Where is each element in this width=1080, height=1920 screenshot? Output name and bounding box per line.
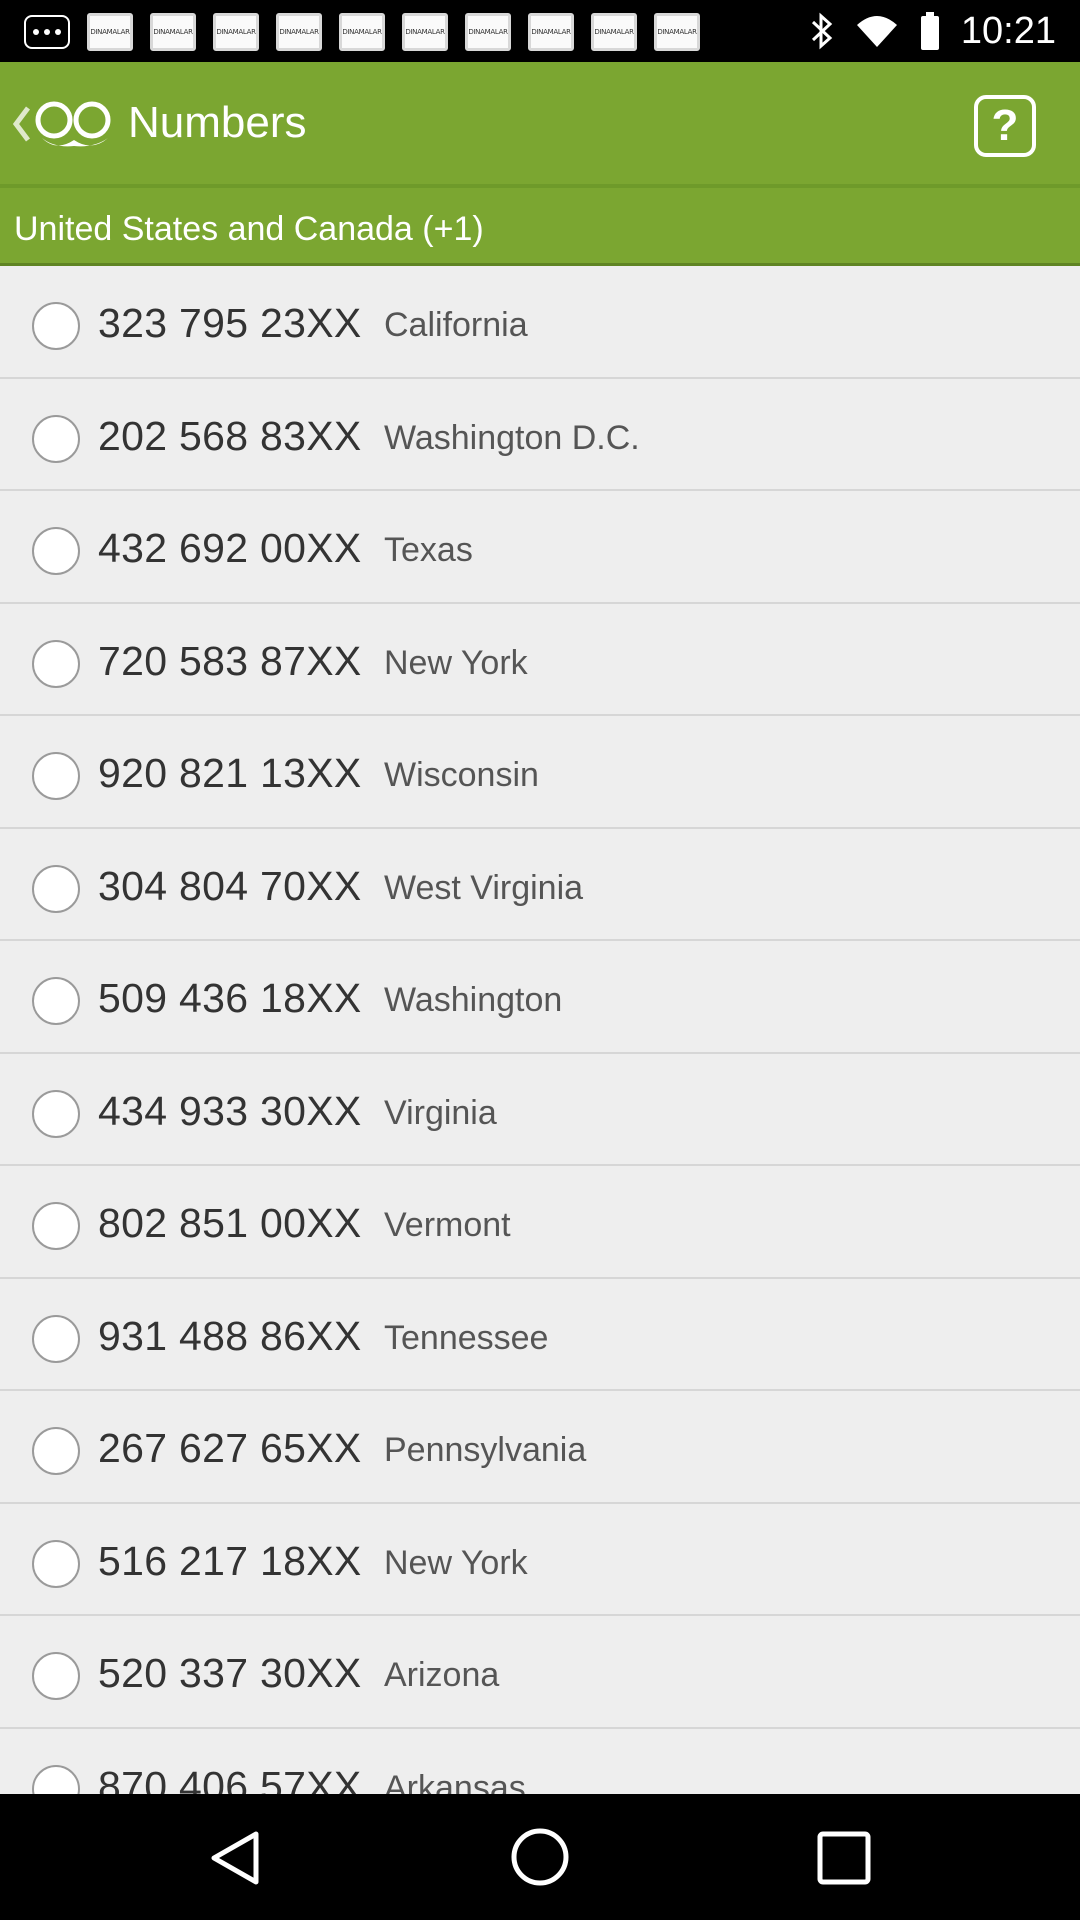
number-location: California — [384, 306, 528, 344]
app-logo-icon[interactable] — [34, 98, 116, 159]
number-radio-button[interactable] — [32, 527, 80, 575]
number-radio-button[interactable] — [32, 414, 80, 463]
notification-label: DINAMALAR — [657, 28, 697, 36]
number-location: Wisconsin — [384, 756, 539, 794]
phone-number: 432 692 00XX — [98, 525, 362, 571]
number-location: Arizona — [384, 1656, 500, 1694]
number-radio-button[interactable] — [32, 1539, 80, 1588]
number-location: Arkansas — [384, 1768, 526, 1795]
number-radio-button[interactable] — [32, 864, 80, 913]
phone-number: 434 933 30XX — [98, 1087, 362, 1134]
phone-number: 520 337 30XX — [98, 1650, 362, 1696]
number-list-item[interactable]: 520 337 30XX Arizona — [0, 1616, 1080, 1729]
notification-label: DINAMALAR — [153, 28, 193, 36]
notification-label: DINAMALAR — [90, 28, 130, 36]
number-location: Pennsylvania — [384, 1431, 587, 1469]
number-list-item[interactable]: 931 488 86XX Tennessee — [0, 1278, 1080, 1391]
phone-number: 267 627 65XX — [98, 1425, 362, 1471]
help-button[interactable]: ? — [974, 95, 1036, 157]
phone-number: 304 804 70XX — [98, 862, 362, 909]
number-radio-button[interactable] — [32, 977, 80, 1025]
notification-label: DINAMALAR — [531, 28, 571, 36]
number-list-item[interactable]: 323 795 23XX California — [0, 266, 1080, 379]
number-location: Virginia — [384, 1093, 497, 1132]
phone-number: 516 217 18XX — [98, 1537, 362, 1584]
nav-back-icon[interactable] — [206, 1830, 266, 1886]
number-list-item[interactable]: 267 627 65XX Pennsylvania — [0, 1391, 1080, 1504]
notification-label: DINAMALAR — [216, 28, 256, 36]
phone-number: 720 583 87XX — [98, 637, 362, 684]
dinamalar-notification-icon: DINAMALAR — [150, 13, 196, 51]
nav-home-icon[interactable] — [510, 1827, 570, 1887]
notification-area: DINAMALAR DINAMALAR DINAMALAR DINAMALAR DINA… — [24, 12, 700, 52]
notification-label: DINAMALAR — [468, 28, 508, 36]
number-location: New York — [384, 643, 528, 682]
notification-label: DINAMALAR — [594, 28, 634, 36]
phone-number: 202 568 83XX — [98, 412, 362, 459]
number-list-item[interactable]: 202 568 83XX Washington D.C. — [0, 378, 1080, 491]
number-list-item[interactable]: 720 583 87XX New York — [0, 603, 1080, 716]
dinamalar-notification-icon: DINAMALAR — [87, 13, 133, 51]
number-location: Texas — [384, 531, 473, 569]
number-list-item[interactable]: 304 804 70XX West Virginia — [0, 828, 1080, 941]
number-radio-button[interactable] — [32, 302, 80, 350]
number-radio-button[interactable] — [32, 1652, 80, 1700]
number-list-item[interactable]: 516 217 18XX New York — [0, 1503, 1080, 1616]
number-radio-button[interactable] — [32, 1089, 80, 1138]
dinamalar-notification-icon: DINAMALAR — [339, 13, 385, 51]
number-radio-button[interactable] — [32, 1202, 80, 1250]
number-location: New York — [384, 1543, 528, 1582]
battery-icon — [919, 11, 941, 51]
navigation-bar — [0, 1794, 1080, 1920]
status-bar: DINAMALAR DINAMALAR DINAMALAR DINAMALAR DINA… — [0, 0, 1080, 62]
dinamalar-notification-icon: DINAMALAR — [213, 13, 259, 51]
status-clock: 10:21 — [960, 9, 1056, 52]
app-header: Numbers ? — [0, 62, 1080, 184]
number-location: West Virginia — [384, 868, 584, 907]
number-location: Washington — [384, 981, 563, 1019]
number-list[interactable]: 323 795 23XX California 202 568 83XX Washin… — [0, 266, 1080, 1794]
phone-number: 920 821 13XX — [98, 750, 362, 796]
number-list-item[interactable]: 509 436 18XX Washington — [0, 941, 1080, 1054]
phone-number: 931 488 86XX — [98, 1312, 362, 1359]
number-radio-button[interactable] — [32, 752, 80, 800]
more-dots-icon — [24, 15, 70, 49]
page-title: Numbers — [128, 98, 307, 147]
number-location: Vermont — [384, 1206, 511, 1244]
phone-number: 323 795 23XX — [98, 300, 362, 346]
phone-number: 870 406 57XX — [98, 1762, 362, 1795]
phone-number: 802 851 00XX — [98, 1200, 362, 1246]
system-tray: 10:21 — [809, 0, 1056, 62]
number-list-item[interactable]: 870 406 57XX Arkansas — [0, 1728, 1080, 1795]
notification-label: DINAMALAR — [279, 28, 319, 36]
dinamalar-notification-icon: DINAMALAR — [465, 13, 511, 51]
help-icon: ? — [991, 101, 1019, 150]
number-list-item[interactable]: 432 692 00XX Texas — [0, 491, 1080, 604]
wifi-icon — [855, 13, 899, 49]
country-section-header: United States and Canada (+1) — [0, 184, 1080, 266]
dinamalar-notification-icon: DINAMALAR — [276, 13, 322, 51]
number-list-item[interactable]: 434 933 30XX Virginia — [0, 1053, 1080, 1166]
dinamalar-notification-icon: DINAMALAR — [654, 13, 700, 51]
dinamalar-notification-icon: DINAMALAR — [402, 13, 448, 51]
phone-number: 509 436 18XX — [98, 975, 362, 1021]
number-list-item[interactable]: 802 851 00XX Vermont — [0, 1166, 1080, 1279]
number-radio-button[interactable] — [32, 1314, 80, 1363]
notification-label: DINAMALAR — [405, 28, 445, 36]
number-location: Washington D.C. — [384, 418, 640, 457]
bluetooth-icon — [809, 11, 835, 51]
dinamalar-notification-icon: DINAMALAR — [591, 13, 637, 51]
number-radio-button[interactable] — [32, 1764, 80, 1794]
number-list-item[interactable]: 920 821 13XX Wisconsin — [0, 716, 1080, 829]
back-chevron-icon[interactable] — [10, 102, 32, 151]
notification-label: DINAMALAR — [342, 28, 382, 36]
number-radio-button[interactable] — [32, 639, 80, 688]
country-title: United States and Canada (+1) — [14, 210, 484, 248]
nav-recents-icon[interactable] — [816, 1830, 872, 1886]
number-location: Tennessee — [384, 1318, 549, 1357]
number-radio-button[interactable] — [32, 1427, 80, 1475]
dinamalar-notification-icon: DINAMALAR — [528, 13, 574, 51]
